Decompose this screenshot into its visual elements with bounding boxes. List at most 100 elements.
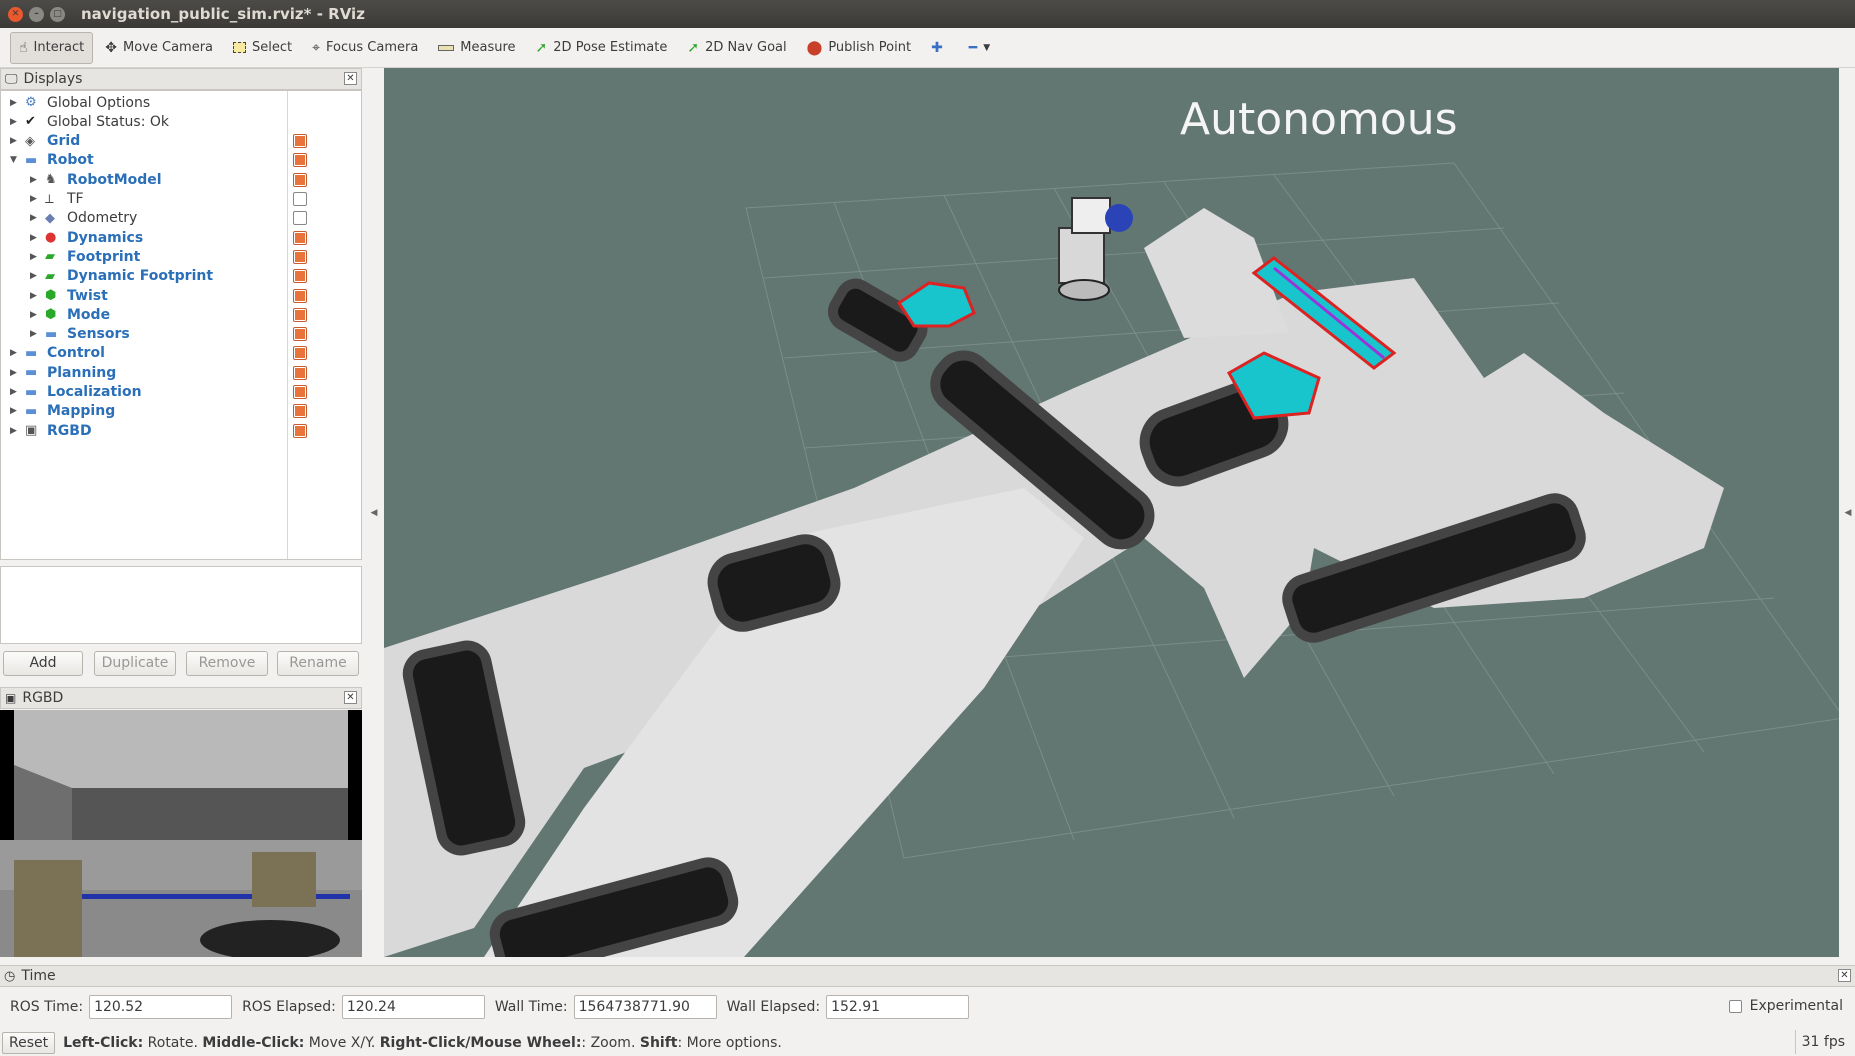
display-item-rgbd[interactable]: ▶ ▣ RGBD <box>1 421 361 440</box>
select-tool-button[interactable]: Select <box>225 32 300 64</box>
display-item-mapping[interactable]: ▶ ▬ Mapping <box>1 402 361 421</box>
expand-arrow-right-icon[interactable]: ▶ <box>30 252 37 262</box>
display-enabled-checkbox[interactable] <box>293 365 307 380</box>
display-enabled-checkbox[interactable] <box>293 346 307 361</box>
display-enabled-checkbox[interactable] <box>293 172 307 187</box>
expand-arrow-right-icon[interactable]: ▶ <box>10 387 17 397</box>
expand-arrow-right-icon[interactable]: ▶ <box>10 117 17 127</box>
status-hint: Left-Click: Rotate. Middle-Click: Move X… <box>63 1035 782 1051</box>
display-enabled-checkbox[interactable] <box>293 423 307 438</box>
display-item-localization[interactable]: ▶ ▬ Localization <box>1 383 361 402</box>
expand-arrow-right-icon[interactable]: ▶ <box>10 406 17 416</box>
display-enabled-checkbox[interactable] <box>293 192 307 206</box>
display-item-robotmodel[interactable]: ▶ ♞ RobotModel <box>1 170 361 189</box>
rgbd-panel-header: ▣ RGBD ✕ <box>0 687 362 709</box>
display-item-dynamics[interactable]: ▶ ● Dynamics <box>1 228 361 247</box>
expand-arrow-right-icon[interactable]: ▶ <box>30 271 37 281</box>
add-tool-button[interactable]: ✚ <box>923 32 957 64</box>
display-enabled-checkbox[interactable] <box>293 249 307 264</box>
pose-estimate-tool-button[interactable]: ➚ 2D Pose Estimate <box>528 32 676 64</box>
display-item-global-status-ok[interactable]: ▶ ✔ Global Status: Ok <box>1 112 361 131</box>
expand-arrow-right-icon[interactable]: ▶ <box>30 329 37 339</box>
add-button[interactable]: Add <box>3 651 83 676</box>
expand-arrow-down-icon[interactable]: ▼ <box>10 155 17 165</box>
display-item-twist[interactable]: ▶ ⬢ Twist <box>1 286 361 305</box>
green-arrow-icon: ➚ <box>535 39 548 56</box>
display-enabled-checkbox[interactable] <box>293 385 307 399</box>
panel-splitter-handle[interactable]: ◀ <box>368 68 380 957</box>
publish-point-tool-button[interactable]: ⬤ Publish Point <box>799 32 919 64</box>
expand-arrow-right-icon[interactable]: ▶ <box>10 426 17 436</box>
move-camera-tool-button[interactable]: ✥ Move Camera <box>97 32 221 64</box>
display-description-box <box>0 566 362 644</box>
expand-arrow-right-icon[interactable]: ▶ <box>30 213 37 223</box>
display-item-label: Global Options <box>47 94 151 111</box>
display-item-global-options[interactable]: ▶ ⚙ Global Options <box>1 93 361 112</box>
expand-arrow-right-icon[interactable]: ▶ <box>30 310 37 320</box>
expand-arrow-right-icon[interactable]: ▶ <box>10 368 17 378</box>
right-splitter-handle[interactable]: ◀ <box>1841 68 1855 957</box>
expand-arrow-right-icon[interactable]: ▶ <box>30 233 37 243</box>
display-enabled-checkbox[interactable] <box>293 153 307 168</box>
display-enabled-checkbox[interactable] <box>293 307 307 322</box>
close-window-icon[interactable]: ✕ <box>8 6 23 22</box>
display-item-grid[interactable]: ▶ ◈ Grid <box>1 132 361 151</box>
display-item-label: Footprint <box>67 248 141 265</box>
expand-arrow-right-icon[interactable]: ▶ <box>30 291 37 301</box>
camera-icon: ▣ <box>5 691 17 705</box>
camera-icon: ▣ <box>25 423 38 439</box>
experimental-label: Experimental <box>1749 998 1843 1014</box>
checkbox-box[interactable] <box>1728 999 1742 1013</box>
experimental-checkbox[interactable]: Experimental <box>1728 998 1843 1014</box>
display-item-control[interactable]: ▶ ▬ Control <box>1 344 361 363</box>
rgbd-camera-view[interactable] <box>0 710 362 957</box>
ros-elapsed-field[interactable] <box>341 995 485 1019</box>
display-enabled-checkbox[interactable] <box>293 288 307 303</box>
display-item-label: Sensors <box>67 326 130 343</box>
remove-tool-dropdown[interactable]: ━ ▼ <box>961 32 998 64</box>
grid-icon: ◈ <box>25 133 35 149</box>
remove-button[interactable]: Remove <box>186 651 268 676</box>
display-item-mode[interactable]: ▶ ⬢ Mode <box>1 305 361 324</box>
interact-tool-button[interactable]: ☝ Interact <box>10 31 94 64</box>
plus-icon: ✚ <box>931 39 943 56</box>
display-item-odometry[interactable]: ▶ ◆ Odometry <box>1 209 361 228</box>
3d-viewport[interactable]: Autonomous <box>384 68 1839 957</box>
display-enabled-checkbox[interactable] <box>293 230 307 245</box>
expand-arrow-right-icon[interactable]: ▶ <box>10 136 17 146</box>
close-icon[interactable]: ✕ <box>1838 969 1851 982</box>
display-enabled-checkbox[interactable] <box>293 269 307 284</box>
nav-goal-tool-button[interactable]: ➚ 2D Nav Goal <box>679 32 794 64</box>
minimize-window-icon[interactable]: – <box>29 6 44 22</box>
close-icon[interactable]: ✕ <box>344 72 357 85</box>
measure-tool-button[interactable]: Measure <box>430 32 523 64</box>
move-arrows-icon: ✥ <box>105 39 117 56</box>
display-enabled-checkbox[interactable] <box>293 404 307 419</box>
focus-camera-tool-button[interactable]: ⌖ Focus Camera <box>304 32 426 64</box>
display-item-dynamic-footprint[interactable]: ▶ ▰ Dynamic Footprint <box>1 267 361 286</box>
wall-elapsed-field[interactable] <box>826 995 970 1019</box>
close-icon[interactable]: ✕ <box>344 691 357 704</box>
maximize-window-icon[interactable]: □ <box>50 6 65 22</box>
display-item-sensors[interactable]: ▶ ▬ Sensors <box>1 325 361 344</box>
duplicate-button[interactable]: Duplicate <box>94 651 176 676</box>
display-enabled-checkbox[interactable] <box>293 211 307 226</box>
display-item-tf[interactable]: ▶ ⟂ TF <box>1 190 361 209</box>
display-item-planning[interactable]: ▶ ▬ Planning <box>1 363 361 382</box>
rename-button[interactable]: Rename <box>277 651 359 676</box>
wall-time-field[interactable] <box>573 995 717 1019</box>
display-item-label: Grid <box>47 133 81 150</box>
expand-arrow-right-icon[interactable]: ▶ <box>30 175 37 185</box>
expand-arrow-right-icon[interactable]: ▶ <box>10 348 17 358</box>
expand-arrow-right-icon[interactable]: ▶ <box>30 194 37 204</box>
display-enabled-checkbox[interactable] <box>293 327 307 342</box>
status-bar: Reset Left-Click: Rotate. Middle-Click: … <box>0 1030 1855 1056</box>
reset-button[interactable]: Reset <box>2 1032 56 1054</box>
display-item-label: TF <box>67 191 84 207</box>
expand-arrow-right-icon[interactable]: ▶ <box>10 98 17 108</box>
display-enabled-checkbox[interactable] <box>293 134 307 149</box>
display-item-label: RobotModel <box>67 171 162 188</box>
display-item-footprint[interactable]: ▶ ▰ Footprint <box>1 247 361 266</box>
ros-time-field[interactable] <box>89 995 233 1019</box>
display-item-robot[interactable]: ▼ ▬ Robot <box>1 151 361 170</box>
